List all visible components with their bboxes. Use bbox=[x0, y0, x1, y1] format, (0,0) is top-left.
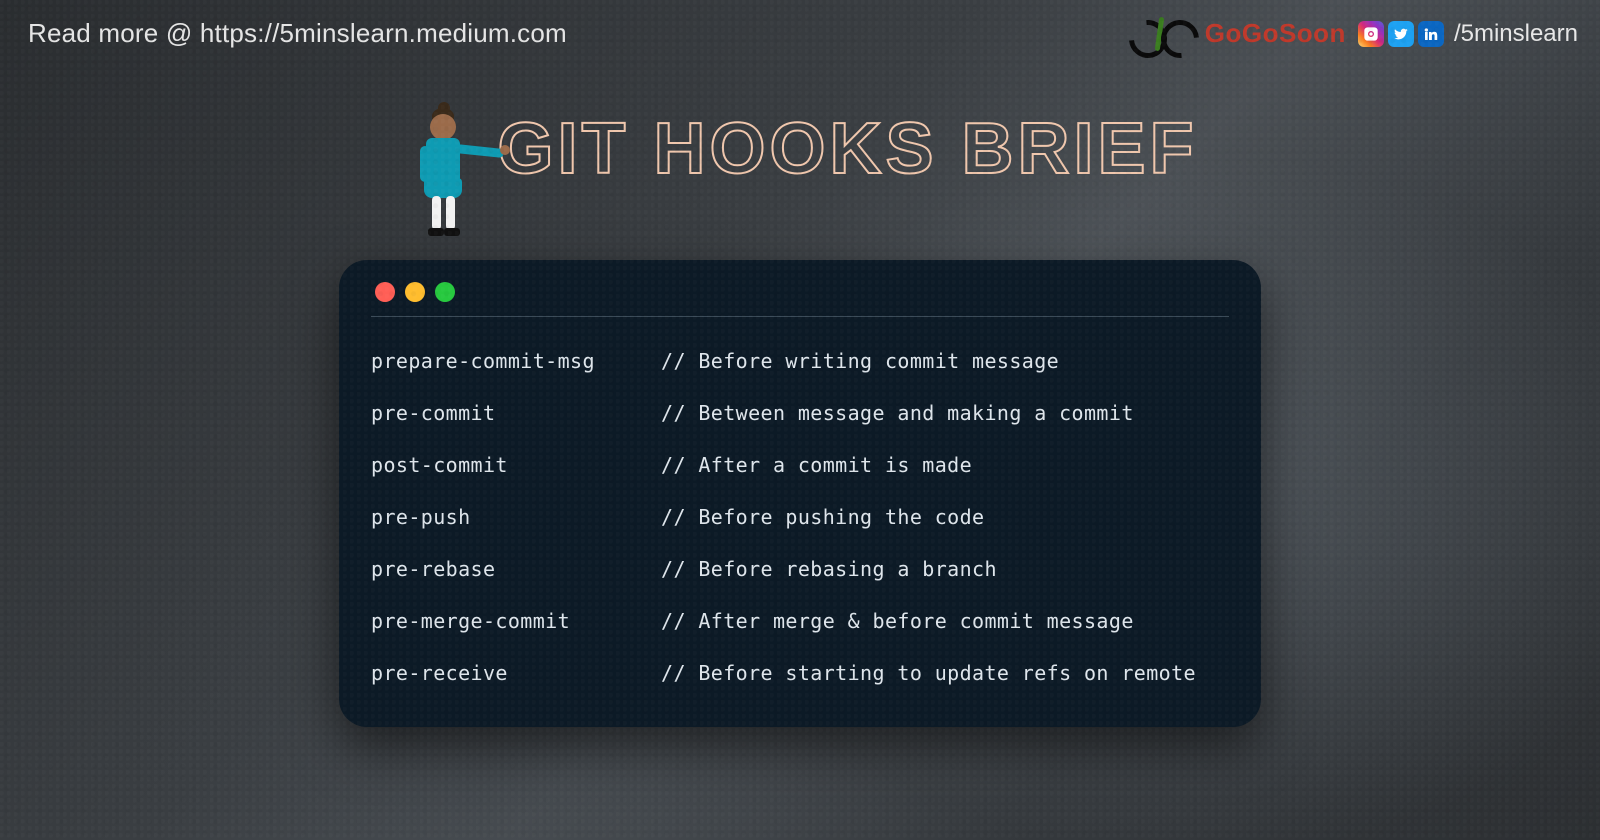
window-controls bbox=[371, 282, 1229, 302]
hook-row: pre-push// Before pushing the code bbox=[371, 491, 1229, 543]
hook-description: // Before starting to update refs on rem… bbox=[661, 661, 1196, 685]
hook-row: pre-merge-commit// After merge & before … bbox=[371, 595, 1229, 647]
hook-description: // Before pushing the code bbox=[661, 505, 984, 529]
hook-row: pre-rebase// Before rebasing a branch bbox=[371, 543, 1229, 595]
hook-name: pre-push bbox=[371, 505, 661, 529]
social-icons bbox=[1358, 21, 1444, 47]
brand-logo-icon bbox=[1127, 19, 1197, 49]
social-handle: /5minslearn bbox=[1454, 20, 1578, 48]
brand-name: GoGoSoon bbox=[1205, 18, 1346, 49]
maximize-dot-icon bbox=[435, 282, 455, 302]
hook-row: pre-commit// Between message and making … bbox=[371, 387, 1229, 439]
linkedin-icon bbox=[1418, 21, 1444, 47]
divider bbox=[371, 316, 1229, 317]
top-bar: Read more @ https://5minslearn.medium.co… bbox=[0, 18, 1600, 49]
hook-description: // After a commit is made bbox=[661, 453, 972, 477]
hook-row: prepare-commit-msg// Before writing comm… bbox=[371, 335, 1229, 387]
hook-name: pre-merge-commit bbox=[371, 609, 661, 633]
presenter-illustration bbox=[402, 112, 487, 242]
read-more-text: Read more @ https://5minslearn.medium.co… bbox=[28, 18, 567, 49]
twitter-icon bbox=[1388, 21, 1414, 47]
minimize-dot-icon bbox=[405, 282, 425, 302]
title-area: GIT HOOKS BRIEF bbox=[0, 108, 1600, 242]
hook-row: post-commit// After a commit is made bbox=[371, 439, 1229, 491]
hook-name: pre-commit bbox=[371, 401, 661, 425]
instagram-icon bbox=[1358, 21, 1384, 47]
page-title: GIT HOOKS BRIEF bbox=[497, 108, 1197, 190]
hook-description: // Between message and making a commit bbox=[661, 401, 1134, 425]
code-listing: prepare-commit-msg// Before writing comm… bbox=[371, 335, 1229, 699]
hook-name: post-commit bbox=[371, 453, 661, 477]
hook-row: pre-receive// Before starting to update … bbox=[371, 647, 1229, 699]
terminal-card: prepare-commit-msg// Before writing comm… bbox=[339, 260, 1261, 727]
hook-description: // After merge & before commit message bbox=[661, 609, 1134, 633]
hook-name: pre-rebase bbox=[371, 557, 661, 581]
hook-description: // Before writing commit message bbox=[661, 349, 1059, 373]
hook-description: // Before rebasing a branch bbox=[661, 557, 997, 581]
close-dot-icon bbox=[375, 282, 395, 302]
brand-block: GoGoSoon /5minslearn bbox=[1127, 18, 1578, 49]
hook-name: pre-receive bbox=[371, 661, 661, 685]
hook-name: prepare-commit-msg bbox=[371, 349, 661, 373]
